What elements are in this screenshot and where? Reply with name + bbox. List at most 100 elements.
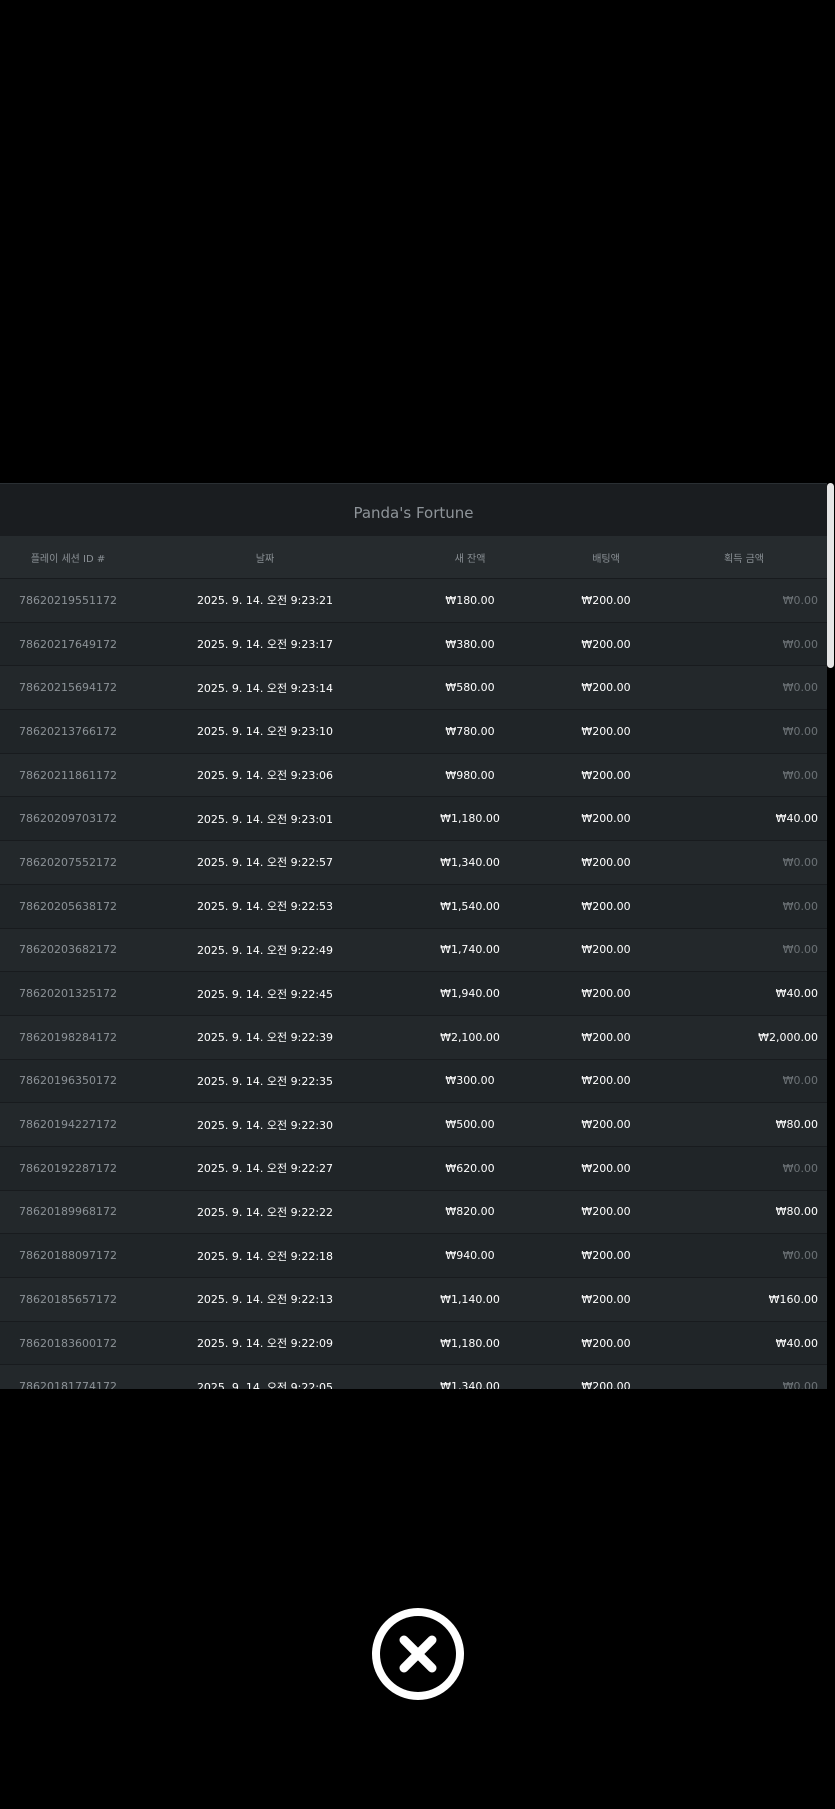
cell-bet: ₩200.00 (581, 681, 631, 695)
cell-date: 2025. 9. 14. 오전 9:23:14 (196, 681, 334, 695)
cell-bet: ₩200.00 (581, 637, 631, 651)
cell-balance: ₩1,340.00 (440, 1380, 500, 1389)
table-row: 78620201325172 2025. 9. 14. 오전 9:22:45 ₩1,… (0, 971, 827, 1015)
cell-session-id: 78620189968172 (19, 1205, 117, 1219)
header-balance: 새 잔액 (454, 553, 486, 565)
cell-session-id: 78620196350172 (19, 1074, 117, 1088)
cell-bet: ₩200.00 (581, 943, 631, 957)
cell-bet: ₩200.00 (581, 1161, 631, 1175)
cell-win: ₩0.00 (782, 593, 818, 607)
cell-balance: ₩1,180.00 (440, 812, 500, 826)
cell-session-id: 78620185657172 (19, 1292, 117, 1306)
cell-balance: ₩820.00 (445, 1205, 495, 1219)
cell-win: ₩40.00 (775, 1336, 818, 1350)
cell-balance: ₩2,100.00 (440, 1030, 500, 1044)
table-row: 78620213766172 2025. 9. 14. 오전 9:23:10 ₩78… (0, 709, 827, 753)
history-panel: Panda's Fortune 플레이 세션 ID # 날짜 새 잔액 배팅액 … (0, 483, 827, 1389)
header-win: 획득 금액 (724, 553, 764, 565)
cell-win: ₩40.00 (775, 987, 818, 1001)
table-body[interactable]: 78620219551172 2025. 9. 14. 오전 9:23:21 ₩18… (0, 578, 827, 1389)
cell-balance: ₩1,540.00 (440, 899, 500, 913)
cell-win: ₩80.00 (775, 1205, 818, 1219)
cell-date: 2025. 9. 14. 오전 9:23:10 (196, 725, 334, 739)
table-row: 78620188097172 2025. 9. 14. 오전 9:22:18 ₩94… (0, 1233, 827, 1277)
cell-date: 2025. 9. 14. 오전 9:23:01 (196, 812, 334, 826)
cell-balance: ₩1,940.00 (440, 987, 500, 1001)
cell-bet: ₩200.00 (581, 1205, 631, 1219)
cell-balance: ₩780.00 (445, 724, 495, 738)
cell-date: 2025. 9. 14. 오전 9:22:35 (196, 1074, 334, 1088)
cell-win: ₩0.00 (782, 768, 818, 782)
table-row: 78620211861172 2025. 9. 14. 오전 9:23:06 ₩98… (0, 752, 827, 797)
close-button[interactable] (368, 1604, 468, 1704)
cell-date: 2025. 9. 14. 오전 9:22:09 (196, 1337, 334, 1351)
table-row: 78620192287172 2025. 9. 14. 오전 9:22:27 ₩62… (0, 1145, 827, 1190)
table-header: 플레이 세션 ID # 날짜 새 잔액 배팅액 획득 금액 (0, 536, 827, 578)
cell-bet: ₩200.00 (581, 724, 631, 738)
cell-date: 2025. 9. 14. 오전 9:22:49 (196, 943, 334, 957)
cell-bet: ₩200.00 (581, 1336, 631, 1350)
cell-balance: ₩1,340.00 (440, 855, 500, 869)
cell-session-id: 78620205638172 (19, 899, 117, 913)
cell-balance: ₩380.00 (445, 637, 495, 651)
cell-bet: ₩200.00 (581, 1249, 631, 1263)
cell-balance: ₩980.00 (445, 768, 495, 782)
cell-session-id: 78620198284172 (19, 1030, 117, 1044)
cell-bet: ₩200.00 (581, 1118, 631, 1132)
cell-date: 2025. 9. 14. 오전 9:23:06 (196, 769, 334, 783)
cell-date: 2025. 9. 14. 오전 9:22:27 (196, 1162, 334, 1176)
cell-session-id: 78620181774172 (19, 1380, 117, 1389)
close-circle-icon (372, 1608, 464, 1700)
cell-session-id: 78620219551172 (19, 593, 117, 607)
cell-date: 2025. 9. 14. 오전 9:22:57 (196, 856, 334, 870)
cell-session-id: 78620183600172 (19, 1336, 117, 1350)
table-row: 78620205638172 2025. 9. 14. 오전 9:22:53 ₩1,… (0, 883, 827, 928)
scrollbar[interactable] (827, 483, 835, 1388)
table-row: 78620189968172 2025. 9. 14. 오전 9:22:22 ₩82… (0, 1189, 827, 1234)
cell-bet: ₩200.00 (581, 768, 631, 782)
cell-bet: ₩200.00 (581, 987, 631, 1001)
cell-balance: ₩1,180.00 (440, 1336, 500, 1350)
cell-balance: ₩580.00 (445, 681, 495, 695)
cell-bet: ₩200.00 (581, 855, 631, 869)
cell-win: ₩0.00 (782, 1380, 818, 1389)
cell-session-id: 78620192287172 (19, 1161, 117, 1175)
table-row: 78620217649172 2025. 9. 14. 오전 9:23:17 ₩38… (0, 621, 827, 666)
cell-date: 2025. 9. 14. 오전 9:22:05 (196, 1380, 334, 1389)
cell-bet: ₩200.00 (581, 593, 631, 607)
cell-session-id: 78620194227172 (19, 1118, 117, 1132)
table-row: 78620194227172 2025. 9. 14. 오전 9:22:30 ₩50… (0, 1102, 827, 1146)
panel-title: Panda's Fortune (0, 484, 827, 536)
scrollbar-thumb[interactable] (827, 483, 834, 668)
cell-win: ₩80.00 (775, 1118, 818, 1132)
cell-win: ₩0.00 (782, 943, 818, 957)
cell-win: ₩0.00 (782, 1074, 818, 1088)
cell-bet: ₩200.00 (581, 1292, 631, 1306)
cell-balance: ₩1,140.00 (440, 1292, 500, 1306)
cell-date: 2025. 9. 14. 오전 9:23:17 (196, 638, 334, 652)
cell-win: ₩0.00 (782, 1249, 818, 1263)
cell-bet: ₩200.00 (581, 1030, 631, 1044)
table-row: 78620181774172 2025. 9. 14. 오전 9:22:05 ₩1,… (0, 1364, 827, 1389)
table-row: 78620183600172 2025. 9. 14. 오전 9:22:09 ₩1,… (0, 1320, 827, 1365)
cell-session-id: 78620203682172 (19, 943, 117, 957)
cell-win: ₩0.00 (782, 637, 818, 651)
cell-session-id: 78620201325172 (19, 987, 117, 1001)
cell-bet: ₩200.00 (581, 1074, 631, 1088)
cell-win: ₩0.00 (782, 899, 818, 913)
cell-win: ₩2,000.00 (758, 1030, 818, 1044)
table-row: 78620207552172 2025. 9. 14. 오전 9:22:57 ₩1,… (0, 840, 827, 884)
cell-balance: ₩940.00 (445, 1249, 495, 1263)
table-row: 78620209703172 2025. 9. 14. 오전 9:23:01 ₩1,… (0, 796, 827, 841)
cell-bet: ₩200.00 (581, 1380, 631, 1389)
header-date: 날짜 (255, 553, 275, 565)
table-row: 78620196350172 2025. 9. 14. 오전 9:22:35 ₩30… (0, 1058, 827, 1103)
cell-balance: ₩620.00 (445, 1161, 495, 1175)
cell-win: ₩0.00 (782, 855, 818, 869)
cell-date: 2025. 9. 14. 오전 9:22:45 (196, 987, 334, 1001)
cell-date: 2025. 9. 14. 오전 9:22:39 (196, 1031, 334, 1045)
cell-balance: ₩180.00 (445, 593, 495, 607)
cell-win: ₩160.00 (768, 1292, 818, 1306)
cell-session-id: 78620215694172 (19, 681, 117, 695)
header-session-id: 플레이 세션 ID # (30, 553, 106, 565)
